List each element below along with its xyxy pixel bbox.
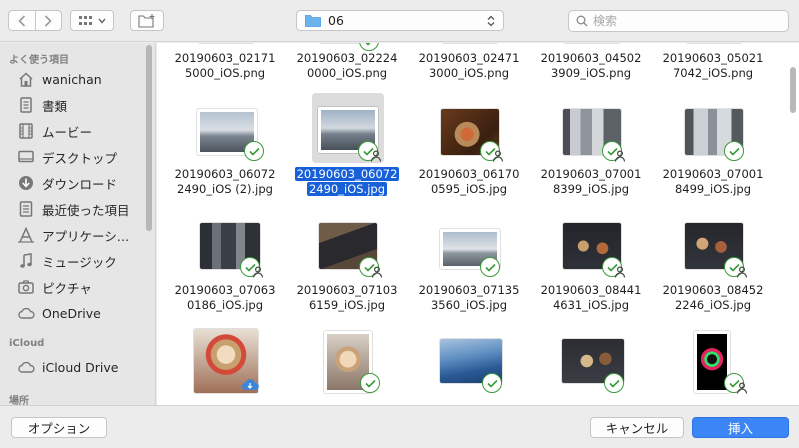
sidebar-item-icloud-drive[interactable]: iCloud Drive — [0, 355, 146, 379]
view-mode-button[interactable] — [70, 10, 114, 31]
synced-check-icon — [360, 373, 380, 393]
grid-scrollbar[interactable] — [790, 67, 796, 113]
file-name: 20190603_07135 3560_iOS.jpg — [418, 283, 520, 312]
toolbar: 06 — [0, 0, 799, 42]
sidebar-item-recents[interactable]: 最近使った項目 — [0, 197, 146, 221]
synced-check-icon — [724, 141, 744, 161]
sidebar-item-label: OneDrive — [42, 305, 101, 321]
desktop-icon — [17, 148, 35, 166]
file-name: 20190603_02471 3000_iOS.png — [418, 51, 520, 80]
applications-icon — [17, 226, 35, 244]
synced-check-icon — [480, 257, 500, 277]
navigation-buttons — [8, 10, 62, 31]
file-grid: 20190603_02171 5000_iOS.png 20190603_0222… — [157, 43, 799, 405]
recents-icon — [17, 200, 35, 218]
sidebar-item-label: 最近使った項目 — [42, 202, 130, 218]
camera-icon — [17, 278, 35, 296]
sidebar-scrollbar[interactable] — [146, 45, 152, 231]
synced-check-icon — [359, 43, 379, 51]
path-popup[interactable]: 06 — [296, 10, 504, 31]
chevron-right-icon — [45, 14, 53, 27]
shared-person-icon — [614, 150, 626, 162]
shared-person-icon — [736, 382, 748, 394]
file-name: 20190603_02171 5000_iOS.png — [174, 51, 276, 80]
file-name: 20190603_06072 2490_iOS.jpg — [294, 167, 400, 196]
shared-person-icon — [371, 266, 383, 278]
sidebar-item-music[interactable]: ミュージック — [0, 249, 146, 273]
sidebar-item-documents[interactable]: 書類 — [0, 93, 146, 117]
file-name: 20190603_07001 8499_iOS.jpg — [662, 167, 764, 196]
new-folder-button[interactable] — [130, 10, 164, 31]
updown-chevron-icon — [487, 15, 495, 26]
sidebar-item-label: ミュージック — [42, 254, 117, 270]
file-name: 20190603_07063 0186_iOS.jpg — [174, 283, 276, 312]
back-button[interactable] — [9, 11, 35, 30]
sidebar-item-label: iCloud Drive — [42, 359, 119, 375]
cloud-icon — [17, 304, 35, 322]
download-icon — [17, 174, 35, 192]
new-folder-icon — [138, 13, 155, 28]
sidebar-item-applications[interactable]: アプリケーシ… — [0, 223, 146, 247]
file-name: 20190603_08452 2246_iOS.jpg — [662, 283, 764, 312]
house-icon — [17, 70, 35, 88]
file-name: 20190603_06170 0595_iOS.jpg — [418, 167, 520, 196]
file-name: 20190603_08441 4631_iOS.jpg — [540, 283, 642, 312]
icon-grid-icon — [78, 15, 92, 25]
file-name: 20190603_04502 3909_iOS.png — [540, 51, 642, 80]
shared-person-icon — [736, 266, 748, 278]
file-name: 20190603_05021 7042_iOS.png — [662, 51, 764, 80]
favorites-header: よく使う項目 — [9, 55, 69, 66]
sidebar-item-pictures[interactable]: ピクチャ — [0, 275, 146, 299]
icloud-download-icon — [242, 379, 259, 390]
synced-check-icon — [604, 373, 624, 393]
shared-person-icon — [492, 150, 504, 162]
cancel-button[interactable]: キャンセル — [590, 417, 684, 438]
icloud-header: iCloud — [9, 338, 45, 349]
sidebar-item-label: ダウンロード — [42, 176, 118, 192]
sidebar-item-label: wanichan — [42, 71, 102, 87]
document-icon — [17, 96, 35, 114]
sidebar-item-desktop[interactable]: デスクトップ — [0, 145, 146, 169]
sidebar-item-onedrive[interactable]: OneDrive — [0, 301, 146, 325]
sidebar-item-label: デスクトップ — [42, 150, 118, 166]
options-button[interactable]: オプション — [11, 417, 107, 438]
places-header: 場所 — [9, 396, 29, 405]
sidebar: よく使う項目 wanichan 書類 ムービー デスクトップ ダウンロード 最近… — [0, 43, 156, 405]
file-name: 20190603_07103 6159_iOS.jpg — [296, 283, 398, 312]
synced-check-icon — [482, 373, 502, 393]
music-icon — [17, 252, 35, 270]
cloud-icon — [17, 358, 35, 376]
sidebar-item-downloads[interactable]: ダウンロード — [0, 171, 146, 195]
chevron-left-icon — [18, 14, 26, 27]
synced-check-icon — [244, 141, 264, 161]
file-name: 20190603_06072 2490_iOS (2).jpg — [174, 167, 276, 196]
insert-button[interactable]: 挿入 — [692, 417, 789, 438]
search-field[interactable] — [568, 10, 789, 32]
film-icon — [17, 122, 35, 140]
current-folder-label: 06 — [328, 13, 344, 28]
shared-person-icon — [370, 150, 382, 162]
file-name: 20190603_07001 8399_iOS.jpg — [540, 167, 642, 196]
shared-person-icon — [252, 266, 264, 278]
sidebar-item-wanichan[interactable]: wanichan — [0, 67, 146, 91]
forward-button[interactable] — [34, 11, 61, 30]
chevron-down-icon — [97, 18, 106, 24]
sidebar-item-label: ムービー — [42, 124, 93, 140]
bottom-bar: オプション キャンセル 挿入 — [0, 405, 799, 448]
sidebar-item-label: 書類 — [42, 98, 68, 114]
sidebar-item-label: ピクチャ — [42, 280, 92, 296]
sidebar-item-movies[interactable]: ムービー — [0, 119, 146, 143]
shared-person-icon — [614, 266, 626, 278]
sidebar-item-label: アプリケーシ… — [42, 228, 130, 244]
file-name: 20190603_02224 0000_iOS.png — [296, 51, 398, 80]
search-input[interactable] — [593, 14, 773, 28]
search-icon — [576, 15, 588, 27]
folder-icon — [305, 15, 321, 27]
